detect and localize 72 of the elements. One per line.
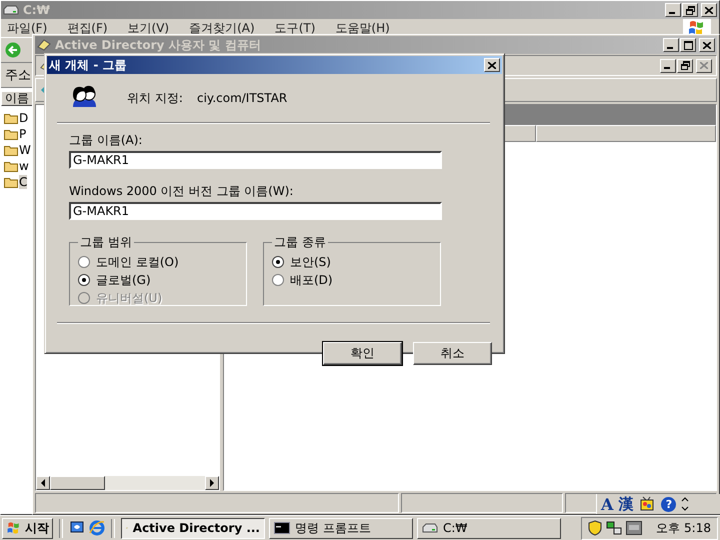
radio-button[interactable]: 배포(D) [272,271,432,289]
help-button[interactable]: ? [661,496,676,512]
radio-button[interactable]: 글로벌(G) [78,271,238,289]
close-icon [700,62,708,69]
radio-button[interactable]: 도메인 로컬(O) [78,253,238,271]
radio-indicator[interactable] [78,274,90,286]
folder-icon [4,112,18,124]
field-label: Windows 2000 이전 버전 그룹 이름(W): [69,183,294,200]
taskbar-button[interactable]: 명령 프롬프트 [269,518,413,538]
folder-icon [4,176,18,188]
menu-item[interactable]: 즐겨찾기(A) [189,20,255,36]
restore-button[interactable] [677,58,693,72]
close-icon [488,62,496,68]
console-icon [274,522,290,534]
left-arrow-icon[interactable] [40,479,46,487]
palette-icon[interactable] [638,495,656,513]
minimize-button[interactable] [660,58,676,72]
folder-icon [4,144,18,156]
clock: 오후 5:18 [656,520,711,536]
windows-logo-icon [6,521,22,535]
column-header[interactable] [536,125,716,142]
dialog-title: 새 개체 - 그룹 [49,56,127,74]
column-header[interactable]: 이름 [1,91,33,106]
menu-item[interactable]: 편집(F) [67,20,108,36]
folder-icon [4,160,18,172]
cancel-button[interactable]: 취소 [413,342,492,365]
right-arrow-icon[interactable] [209,479,215,487]
folder-icon [4,128,18,140]
menu-item[interactable]: 도구(T) [274,20,316,36]
location-label: 위치 지정: [127,90,184,106]
menu-item[interactable]: 파일(F) [7,20,48,36]
location-path: ciy.com/ITSTAR [197,91,288,105]
taskbar-button[interactable]: C:₩ [417,518,561,538]
input-field[interactable]: G-MAKR1 [69,202,442,220]
shield-icon[interactable] [588,520,602,536]
radio-button[interactable]: 보안(S) [272,253,432,271]
radio-indicator[interactable] [272,256,284,268]
drive-icon [3,5,19,15]
input-field[interactable]: G-MAKR1 [69,151,442,169]
close-button[interactable] [484,58,500,72]
file-item[interactable]: W [1,142,36,158]
radio-indicator[interactable] [272,274,284,286]
drive-icon [422,523,438,533]
monitor-icon[interactable] [626,521,642,535]
scrollbar[interactable] [36,476,219,490]
group-box-title: 그룹 종류 [273,234,327,251]
hanja-button[interactable]: 漢 [618,494,634,514]
group-box-title: 그룹 범위 [79,234,133,251]
close-icon [703,42,711,48]
close-button[interactable] [696,58,712,72]
menu-item[interactable]: 도움말(H) [335,20,390,36]
window-title: Active Directory 사용자 및 컴퓨터 [55,36,261,54]
field-label: 그룹 이름(A): [69,132,142,149]
start-button[interactable]: 시작 [2,518,53,538]
file-item[interactable]: C [1,174,36,190]
menu-item[interactable]: 보기(V) [128,20,170,36]
restore-icon [680,61,690,70]
up-down-arrows-icon[interactable] [681,497,690,511]
window-title: C:₩ [23,3,50,17]
file-item[interactable]: P [1,126,36,142]
file-item[interactable]: D [1,110,36,126]
taskbar-button[interactable]: Active Directory ... [121,518,265,538]
restore-icon [686,6,694,14]
close-icon [705,6,713,14]
back-button[interactable] [5,42,21,58]
input-mode-button[interactable]: A [601,494,614,514]
maximize-icon [684,40,692,50]
file-item[interactable]: w [1,158,36,174]
radio-indicator[interactable] [78,256,90,268]
ok-button[interactable]: 확인 [323,342,402,365]
address-label: 주소 [5,67,31,84]
network-icon[interactable] [606,520,622,536]
